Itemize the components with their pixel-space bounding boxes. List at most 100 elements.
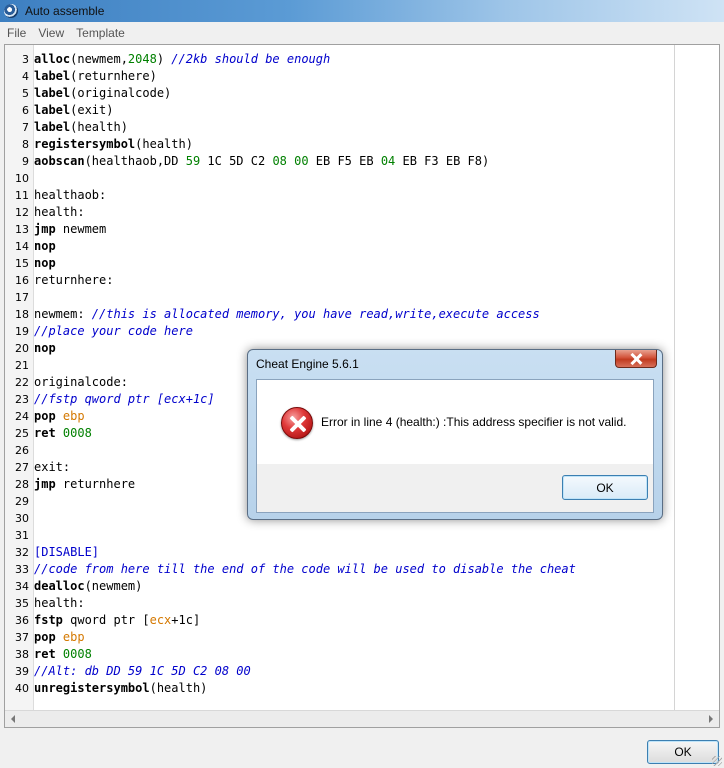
- window-title-bar[interactable]: Auto assemble: [0, 0, 724, 22]
- line-code: ret 0008: [34, 425, 92, 442]
- line-code: nop: [34, 255, 56, 272]
- code-line[interactable]: 12 health:: [5, 204, 673, 221]
- code-token: fstp: [34, 613, 63, 627]
- code-line[interactable]: 9 aobscan(healthaob,DD 59 1C 5D C2 08 00 …: [5, 153, 673, 170]
- line-code: jmp newmem: [34, 221, 106, 238]
- code-token: ebp: [62, 630, 85, 644]
- line-number: 5: [22, 87, 29, 100]
- line-number: 22: [15, 376, 29, 389]
- code-token: //fstp qword ptr [ecx+1c]: [34, 392, 215, 406]
- code-line[interactable]: 13 jmp newmem: [5, 221, 673, 238]
- line-number: 11: [15, 189, 29, 202]
- line-number: 31: [15, 529, 29, 542]
- code-line[interactable]: 11 healthaob:: [5, 187, 673, 204]
- code-token: (returnhere): [70, 69, 157, 83]
- cheat-engine-icon: [3, 3, 19, 19]
- code-line[interactable]: 6 label(exit): [5, 102, 673, 119]
- line-number: 39: [15, 665, 29, 678]
- line-code: exit:: [34, 459, 70, 476]
- code-line[interactable]: 18 newmem: //this is allocated memory, yo…: [5, 306, 673, 323]
- line-code: newmem: //this is allocated memory, you …: [34, 306, 540, 323]
- scroll-right-icon[interactable]: [704, 713, 717, 725]
- code-token: (health): [149, 681, 208, 695]
- code-line[interactable]: 16 returnhere:: [5, 272, 673, 289]
- dialog-ok-button[interactable]: OK: [562, 475, 648, 500]
- code-token: health:: [34, 205, 85, 219]
- code-token: 59: [185, 154, 201, 168]
- line-code: pop ebp: [34, 629, 85, 646]
- code-line[interactable]: 10: [5, 170, 673, 187]
- code-line[interactable]: 39 //Alt: db DD 59 1C 5D C2 08 00: [5, 663, 673, 680]
- code-token: label: [34, 69, 71, 83]
- code-token: newmem: [55, 222, 107, 236]
- code-line[interactable]: 37 pop ebp: [5, 629, 673, 646]
- scroll-left-icon[interactable]: [7, 713, 20, 725]
- code-token: label: [34, 120, 71, 134]
- code-token: nop: [34, 256, 56, 270]
- line-number: 35: [15, 597, 29, 610]
- error-dialog: Cheat Engine 5.6.1 Error in line 4 (heal…: [247, 349, 663, 520]
- code-token: //code from here till the end of the cod…: [34, 562, 576, 576]
- right-margin-line: [674, 45, 675, 727]
- code-line[interactable]: 3 alloc(newmem,2048) //2kb should be enou…: [5, 51, 673, 68]
- line-code: label(health): [34, 119, 128, 136]
- line-code: aobscan(healthaob,DD 59 1C 5D C2 08 00 E…: [34, 153, 489, 170]
- code-token: (health): [70, 120, 128, 134]
- code-token: aobscan: [34, 154, 85, 168]
- code-token: 08 00: [272, 154, 309, 168]
- error-icon: [281, 407, 313, 439]
- line-number: 16: [15, 274, 29, 287]
- code-token: exit:: [34, 460, 71, 474]
- code-token: EB F3 EB F8): [395, 154, 490, 168]
- code-token: (originalcode): [70, 86, 172, 100]
- code-line[interactable]: 36 fstp qword ptr [ecx+1c]: [5, 612, 673, 629]
- code-line[interactable]: 32 [DISABLE]: [5, 544, 673, 561]
- ok-button[interactable]: OK: [647, 740, 719, 764]
- code-line[interactable]: 19 //place your code here: [5, 323, 673, 340]
- code-token: nop: [34, 239, 56, 253]
- code-token: ebp: [62, 409, 85, 423]
- line-number: 12: [15, 206, 29, 219]
- resize-grip-icon[interactable]: [712, 756, 722, 766]
- line-number: 21: [15, 359, 29, 372]
- line-code: pop ebp: [34, 408, 85, 425]
- line-number: 25: [15, 427, 29, 440]
- line-code: nop: [34, 340, 56, 357]
- line-number: 6: [22, 104, 29, 117]
- code-token: 04: [380, 154, 396, 168]
- code-line[interactable]: 38 ret 0008: [5, 646, 673, 663]
- menu-file[interactable]: File: [2, 26, 31, 40]
- code-token: returnhere: [55, 477, 136, 491]
- code-token: returnhere:: [34, 273, 114, 287]
- menu-template[interactable]: Template: [71, 26, 130, 40]
- code-line[interactable]: 35 health:: [5, 595, 673, 612]
- line-number: 34: [15, 580, 29, 593]
- code-line[interactable]: 4 label(returnhere): [5, 68, 673, 85]
- code-line[interactable]: 34 dealloc(newmem): [5, 578, 673, 595]
- code-token: 0008: [62, 426, 92, 440]
- line-code: originalcode:: [34, 374, 128, 391]
- window-title: Auto assemble: [25, 4, 105, 18]
- dialog-close-button[interactable]: [615, 350, 657, 368]
- code-line[interactable]: 8 registersymbol(health): [5, 136, 673, 153]
- code-line[interactable]: 31: [5, 527, 673, 544]
- code-line[interactable]: 15 nop: [5, 255, 673, 272]
- code-token: 0008: [62, 647, 92, 661]
- code-line[interactable]: 40 unregistersymbol(health): [5, 680, 673, 697]
- line-number: 19: [15, 325, 29, 338]
- line-code: health:: [34, 595, 85, 612]
- code-line[interactable]: 5 label(originalcode): [5, 85, 673, 102]
- line-number: 17: [15, 291, 29, 304]
- code-line[interactable]: 33 //code from here till the end of the c…: [5, 561, 673, 578]
- code-line[interactable]: 17: [5, 289, 673, 306]
- code-token: label: [34, 103, 71, 117]
- code-line[interactable]: 14 nop: [5, 238, 673, 255]
- line-number: 27: [15, 461, 29, 474]
- line-number: 23: [15, 393, 29, 406]
- code-line[interactable]: 7 label(health): [5, 119, 673, 136]
- menu-view[interactable]: View: [33, 26, 69, 40]
- horizontal-scrollbar[interactable]: [5, 710, 719, 727]
- code-token: alloc: [34, 52, 71, 66]
- line-code: //Alt: db DD 59 1C 5D C2 08 00: [34, 663, 251, 680]
